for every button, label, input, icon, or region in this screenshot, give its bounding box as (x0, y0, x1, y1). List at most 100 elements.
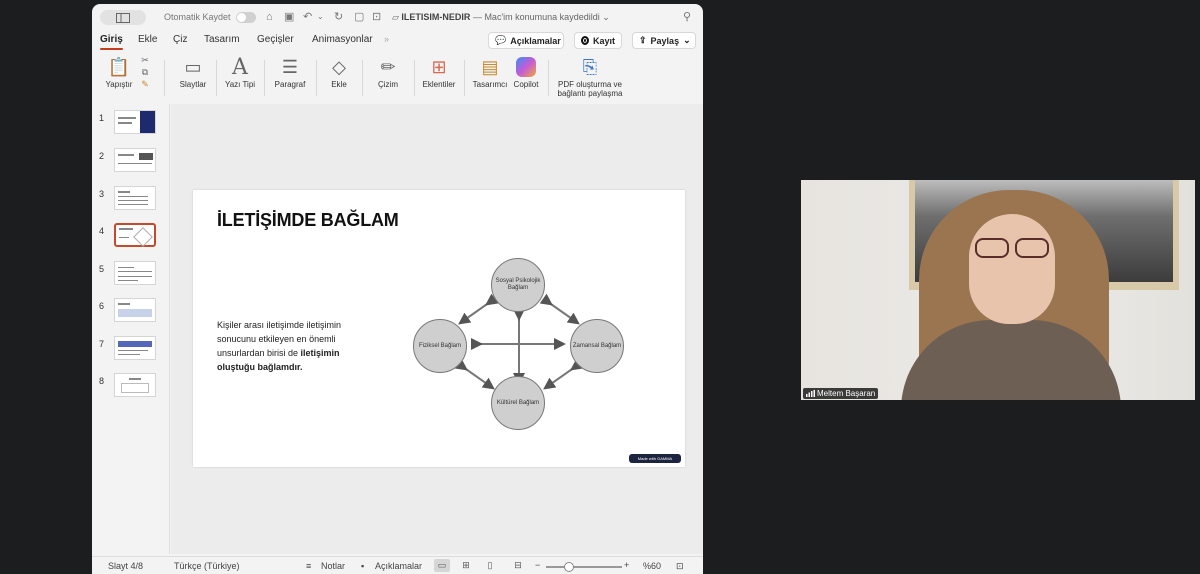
glasses-shape (973, 238, 1053, 260)
home-icon[interactable]: ⌂ (266, 11, 273, 23)
redo-icon[interactable]: ↻ (334, 11, 343, 23)
autosave-toggle[interactable] (236, 12, 256, 23)
gamma-badge[interactable]: Made with GAMMA (629, 454, 681, 463)
signal-bars-icon (806, 390, 815, 397)
present-icon[interactable]: ▢ (354, 11, 364, 23)
ribbon-divider (548, 60, 549, 96)
zoom-out-icon[interactable]: − (535, 560, 540, 570)
thumbnail-slide-8[interactable]: 8 (92, 373, 170, 403)
slides-icon: ▭ (184, 56, 202, 77)
diagram-node-physical[interactable]: Fiziksel Bağlam (413, 319, 467, 373)
ribbon-divider (362, 60, 363, 96)
slide-thumbnail-panel[interactable]: 1 2 3 4 5 6 7 8 (92, 104, 170, 554)
document-status: — Mac'im konumuna kaydedildi (472, 12, 600, 22)
ribbon: 📋 Yapıştır ✂ ⧉ ✎ ▭ Slaytlar A Yazı Tipi … (92, 54, 703, 102)
more-tabs-icon[interactable]: » (384, 34, 389, 44)
thumbnail-image-selected (114, 223, 156, 247)
diagram-node-cultural[interactable]: Kültürel Bağlam (491, 376, 545, 430)
notes-button[interactable]: Notlar (321, 561, 345, 571)
font-group[interactable]: A Yazı Tipi (220, 54, 260, 102)
thumbnail-image (114, 148, 156, 172)
format-painter-icon[interactable]: ✎ (141, 78, 149, 90)
zoom-slider[interactable] (546, 566, 622, 568)
save-icon[interactable]: ▣ (284, 11, 294, 23)
slide-editor-canvas[interactable]: İLETİŞİMDE BAĞLAM Kişiler arası iletişim… (171, 104, 703, 554)
comments-status-button[interactable]: Açıklamalar (375, 561, 422, 571)
clipboard-icon: 📋 (107, 56, 131, 77)
fit-to-window-icon[interactable]: ⊡ (676, 561, 684, 572)
tab-insert[interactable]: Ekle (138, 34, 157, 45)
thumbnail-slide-5[interactable]: 5 (92, 261, 170, 291)
document-icon: ▱ (392, 12, 402, 22)
diagram-node-label: Fiziksel Bağlam (418, 342, 461, 349)
tab-home[interactable]: Giriş (100, 34, 123, 50)
chevron-down-icon[interactable]: ⌄ (317, 11, 324, 23)
slides-group[interactable]: ▭ Slaytlar (172, 54, 214, 102)
current-slide[interactable]: İLETİŞİMDE BAĞLAM Kişiler arası iletişim… (193, 190, 685, 467)
thumbnail-slide-3[interactable]: 3 (92, 186, 170, 216)
copilot-button[interactable]: Copilot (508, 54, 544, 102)
diagram-node-temporal[interactable]: Zamansal Bağlam (570, 319, 624, 373)
copilot-icon (516, 54, 536, 80)
reading-view-icon[interactable]: ▯ (482, 559, 498, 572)
customize-icon[interactable]: ⊡ (372, 11, 381, 23)
tab-design[interactable]: Tasarım (204, 34, 240, 45)
thumbnail-image (114, 373, 156, 397)
thumbnail-slide-6[interactable]: 6 (92, 298, 170, 328)
autosave-label: Otomatik Kaydet (164, 12, 231, 22)
thumbnail-slide-4[interactable]: 4 (92, 223, 170, 253)
pdf-label-line1: PDF oluşturma ve (557, 80, 623, 89)
thumbnail-number: 7 (99, 339, 105, 349)
designer-icon: ▤ (481, 56, 499, 77)
pdf-icon: ⎘ (582, 56, 598, 77)
participant-face (969, 214, 1055, 324)
diagram-node-label: Kültürel Bağlam (496, 399, 540, 406)
designer-button[interactable]: ▤ Tasarımcı (470, 54, 510, 102)
notes-icon[interactable]: ≡ (306, 561, 311, 571)
insert-group[interactable]: ◇ Ekle (322, 54, 356, 102)
zoom-level[interactable]: %60 (643, 561, 661, 571)
thumbnail-slide-2[interactable]: 2 (92, 148, 170, 178)
normal-view-icon[interactable]: ▭ (434, 559, 450, 572)
document-title[interactable]: ▱ ILETISIM-NEDIR — Mac'im konumuna kayde… (392, 12, 610, 23)
copy-icon[interactable]: ⧉ (142, 66, 148, 78)
addins-icon: ⊞ (431, 56, 447, 77)
slides-label: Slaytlar (179, 80, 207, 89)
share-icon: ⇪ (639, 35, 647, 45)
slide-sorter-icon[interactable]: ⊞ (458, 559, 474, 572)
sidebar-toggle-button[interactable] (100, 10, 146, 25)
title-bar: Otomatik Kaydet ⌂ ▣ ↶ ⌄ ↻ ▢ ⊡ ▱ ILETISIM… (92, 4, 703, 30)
paste-group[interactable]: 📋 Yapıştır (98, 54, 140, 102)
language-indicator[interactable]: Türkçe (Türkiye) (174, 561, 240, 571)
share-button[interactable]: ⇪ Paylaş ⌄ (632, 32, 696, 49)
chevron-down-icon: ⌄ (683, 35, 691, 45)
zoom-slider-handle[interactable] (564, 562, 574, 572)
paragraph-label: Paragraf (274, 80, 306, 89)
addins-group[interactable]: ⊞ Eklentiler (418, 54, 460, 102)
participant-name-tag: Meltem Başaran (803, 388, 879, 399)
document-name: ILETISIM-NEDIR (401, 12, 471, 22)
tab-animations[interactable]: Animasyonlar (312, 34, 373, 45)
undo-icon[interactable]: ↶ (303, 11, 312, 23)
thumbnail-number: 4 (99, 226, 105, 236)
pdf-share-button[interactable]: ⎘ PDF oluşturma ve bağlantı paylaşma (552, 54, 628, 102)
thumbnail-slide-7[interactable]: 7 (92, 336, 170, 366)
zoom-in-icon[interactable]: + (624, 560, 629, 570)
drawing-group[interactable]: ✏ Çizim (370, 54, 406, 102)
clipboard-tools: ✂ ⧉ ✎ (136, 54, 154, 102)
diagram-node-label: Zamansal Bağlam (572, 342, 622, 349)
record-button[interactable]: Kayıt (574, 32, 622, 49)
shapes-icon: ◇ (332, 56, 346, 77)
comments-button[interactable]: 💬 Açıklamalar (488, 32, 564, 49)
cut-icon[interactable]: ✂ (141, 54, 149, 66)
paragraph-group[interactable]: ☰ Paragraf (270, 54, 310, 102)
comment-icon[interactable]: ▪ (361, 561, 364, 571)
diagram-node-social[interactable]: Sosyal Psikolojik Bağlam (491, 258, 545, 312)
font-label: Yazı Tipi (224, 80, 256, 89)
tab-draw[interactable]: Çiz (173, 34, 187, 45)
thumbnail-slide-1[interactable]: 1 (92, 110, 170, 140)
search-icon[interactable]: ⚲ (683, 11, 691, 23)
powerpoint-window: Otomatik Kaydet ⌂ ▣ ↶ ⌄ ↻ ▢ ⊡ ▱ ILETISIM… (92, 4, 703, 574)
tab-transitions[interactable]: Geçişler (257, 34, 294, 45)
presenter-view-icon[interactable]: ⊟ (510, 559, 526, 572)
